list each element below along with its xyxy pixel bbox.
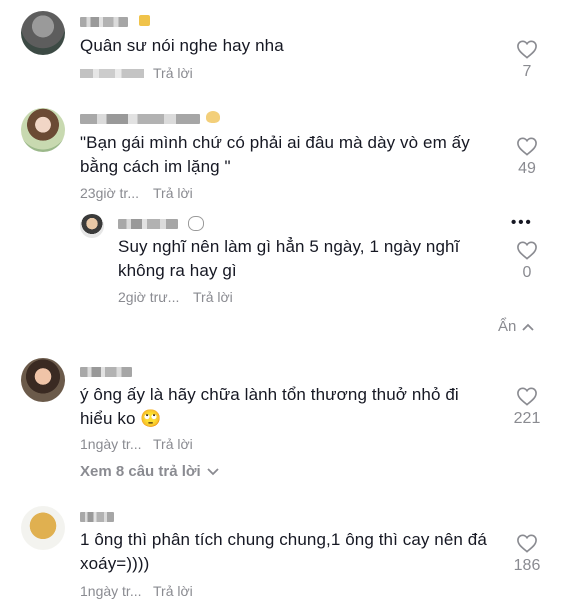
like-count: 0 [522,264,532,281]
heart-outline-icon[interactable] [516,533,538,553]
reply-button[interactable]: Trả lời [153,185,193,201]
reply-button[interactable]: Trả lời [153,65,193,81]
avatar[interactable] [21,108,65,152]
comment-time: 1ngày tr... [80,583,142,599]
hide-replies-button[interactable]: Ẩn [498,318,534,335]
heart-outline-icon[interactable] [516,386,538,406]
more-dots-icon[interactable]: ••• [511,214,533,231]
comment-time: 1ngày tr... [80,436,142,452]
view-replies-label: Xem 8 câu trả lời [80,463,201,480]
like-count: 49 [518,160,536,177]
bear-emoji-icon [188,216,204,231]
chevron-up-icon [522,323,534,331]
avatar[interactable] [80,214,104,238]
username-blurred[interactable] [80,17,128,27]
comment-text: ý ông ấy là hãy chữa lành tổn thương thu… [80,385,459,428]
badge-icon [139,15,150,26]
badge-icon [206,111,220,123]
username-blurred[interactable] [80,367,132,377]
reply-text: Suy nghĩ nên làm gì hẳn 5 ngày, 1 ngày n… [118,237,460,280]
username-blurred[interactable] [80,512,114,522]
heart-outline-icon[interactable] [516,39,538,59]
hide-replies-label: Ẩn [498,318,517,335]
like-count: 186 [513,557,541,574]
avatar[interactable] [21,11,65,55]
comment-text: 1 ông thì phân tích chung chung,1 ông th… [80,530,487,573]
reply-button[interactable]: Trả lời [153,583,193,599]
comment-text: Quân sư nói nghe hay nha [80,36,284,55]
reply-button[interactable]: Trả lời [153,436,193,452]
avatar[interactable] [21,358,65,402]
comment-time: 23giờ tr... [80,185,139,201]
reply-button[interactable]: Trả lời [193,289,233,305]
reply-time: 2giờ trư... [118,289,180,305]
like-count: 221 [513,410,541,427]
like-count: 7 [522,63,532,80]
avatar[interactable] [21,506,65,550]
heart-outline-icon[interactable] [516,240,538,260]
comment-text: "Bạn gái mình chứ có phải ai đâu mà dày … [80,133,470,176]
chevron-down-icon [207,467,219,475]
heart-outline-icon[interactable] [516,136,538,156]
username-blurred[interactable] [118,219,178,229]
view-replies-button[interactable]: Xem 8 câu trả lời [80,463,219,480]
comment-time-blurred [80,69,144,78]
username-blurred[interactable] [80,114,200,124]
